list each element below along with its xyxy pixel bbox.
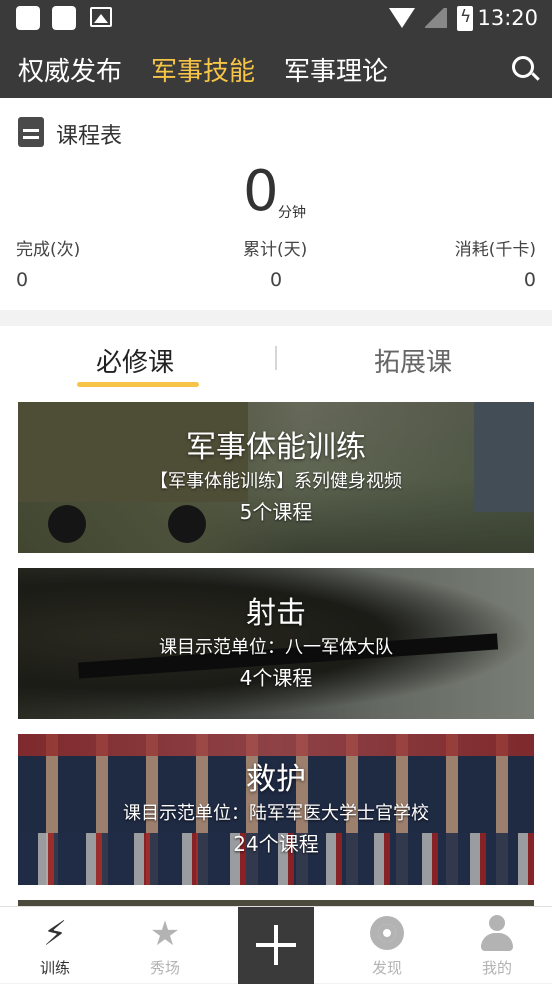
tab-authority-release[interactable]: 权威发布 <box>18 51 122 88</box>
top-nav: 权威发布 军事技能 军事理论 <box>0 38 552 98</box>
completed-label: 完成(次) <box>16 240 81 260</box>
course-subtitle: 课目示范单位：陆军军医大学士官学校 <box>123 803 429 824</box>
battery-charging-icon <box>457 6 473 31</box>
course-title: 射击 <box>246 596 306 631</box>
lightning-icon: ⚡ <box>43 914 67 954</box>
nav-me-label: 我的 <box>481 959 512 977</box>
search-icon[interactable] <box>512 56 534 78</box>
bottom-nav: ⚡ 训练 ★ 秀场 发现 我的 <box>0 906 552 984</box>
image-notification-icon <box>90 7 112 27</box>
cumulative-days-value: 0 <box>270 269 283 291</box>
person-icon <box>481 915 513 953</box>
cumulative-days-label: 累计(天) <box>243 240 308 260</box>
tab-extended-courses[interactable]: 拓展课 <box>374 342 452 379</box>
add-button[interactable] <box>238 907 314 984</box>
course-count: 5个课程 <box>239 500 313 524</box>
nav-me[interactable]: 我的 <box>442 907 552 984</box>
course-card-fitness[interactable]: 军事体能训练 【军事体能训练】系列健身视频 5个课程 <box>18 402 534 553</box>
course-count: 4个课程 <box>239 666 313 690</box>
calendar-icon <box>18 117 44 147</box>
status-bar: 13:20 <box>0 0 552 38</box>
nav-train-label: 训练 <box>39 959 70 977</box>
nav-show-label: 秀场 <box>149 959 180 977</box>
wifi-icon <box>389 8 415 28</box>
course-subtitle: 【军事体能训练】系列健身视频 <box>150 471 402 492</box>
course-card-first-aid[interactable]: 救护 课目示范单位：陆军军医大学士官学校 24个课程 <box>18 734 534 885</box>
course-card-shooting[interactable]: 射击 课目示范单位：八一军体大队 4个课程 <box>18 568 534 719</box>
nav-train[interactable]: ⚡ 训练 <box>0 907 110 984</box>
star-icon: ★ <box>149 914 181 954</box>
calories-label: 消耗(千卡) <box>454 240 536 260</box>
schedule-panel: 课程表 0 分钟 完成(次) 累计(天) 消耗(千卡) 0 0 0 <box>0 98 552 310</box>
nav-discover-label: 发现 <box>371 959 402 977</box>
course-title: 军事体能训练 <box>186 430 366 465</box>
nav-show[interactable]: ★ 秀场 <box>110 907 220 984</box>
tab-divider <box>275 346 277 370</box>
total-minutes-unit: 分钟 <box>278 205 306 221</box>
discover-icon <box>370 916 404 950</box>
no-signal-icon <box>425 8 447 28</box>
tab-military-theory[interactable]: 军事理论 <box>284 51 388 88</box>
nav-discover[interactable]: 发现 <box>332 907 442 984</box>
course-title: 救护 <box>246 762 306 797</box>
total-minutes-value: 0 <box>243 159 279 224</box>
notification-icon <box>16 6 40 30</box>
notification-icon <box>52 6 76 30</box>
course-count: 24个课程 <box>233 832 319 856</box>
tab-required-courses[interactable]: 必修课 <box>96 342 174 379</box>
schedule-title[interactable]: 课程表 <box>56 118 122 150</box>
completed-value: 0 <box>16 269 29 291</box>
course-subtitle: 课目示范单位：八一军体大队 <box>159 637 393 658</box>
tab-military-skills[interactable]: 军事技能 <box>151 51 255 88</box>
courses-panel: 必修课 拓展课 军事体能训练 【军事体能训练】系列健身视频 5个课程 射击 课目… <box>0 326 552 910</box>
status-time: 13:20 <box>477 6 538 30</box>
active-tab-indicator <box>77 382 199 387</box>
calories-value: 0 <box>523 269 536 291</box>
